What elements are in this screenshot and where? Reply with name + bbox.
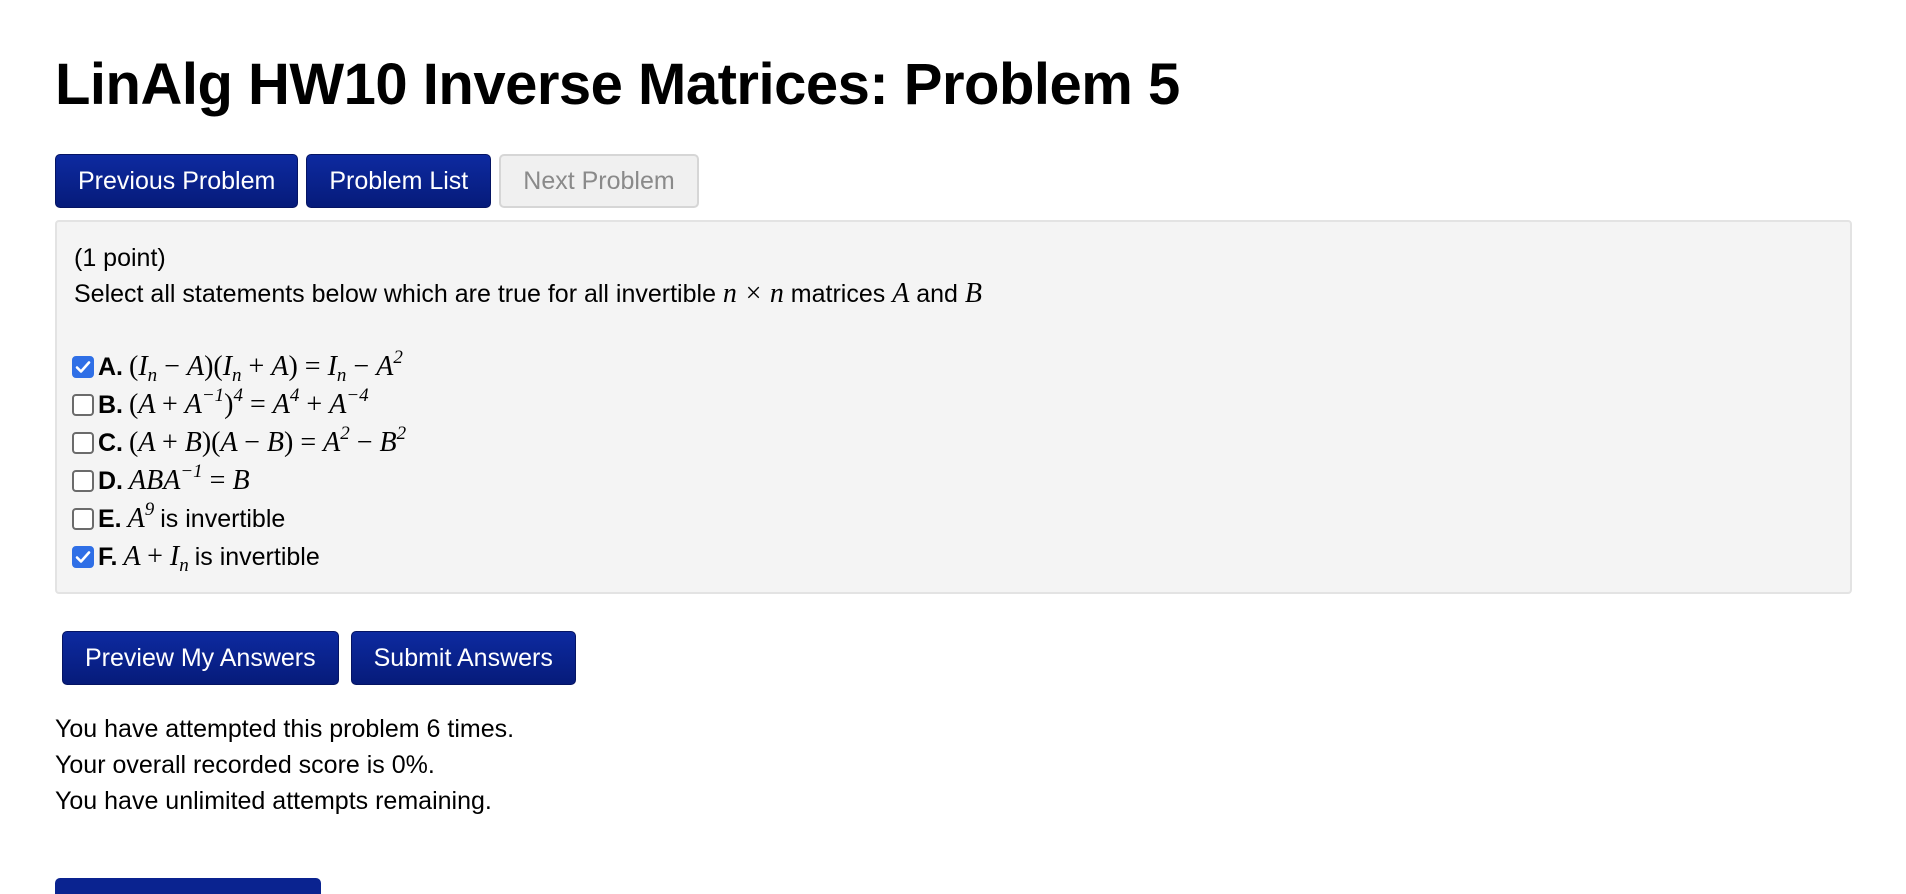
- checkmark-icon: [75, 551, 91, 563]
- page: LinAlg HW10 Inverse Matrices: Problem 5 …: [0, 0, 1906, 894]
- previous-problem-button[interactable]: Previous Problem: [55, 154, 299, 208]
- option-statement: (In − A)(In + A) = In − A2: [129, 347, 403, 386]
- prompt-text: Select all statements below which are tr…: [74, 280, 723, 308]
- attempts-remaining-text: You have unlimited attempts remaining.: [55, 787, 492, 815]
- attempt-status: You have attempted this problem 6 times.…: [55, 711, 514, 819]
- answer-actions: Preview My Answers Submit Answers: [62, 631, 576, 685]
- problem-panel: (1 point) Select all statements below wh…: [55, 220, 1852, 594]
- option-letter: B.: [98, 390, 123, 419]
- option-letter: D.: [98, 466, 123, 495]
- answer-checkbox[interactable]: [72, 432, 94, 454]
- prompt-text: matrices: [783, 280, 893, 308]
- option-letter: A.: [98, 352, 123, 381]
- prompt-text: and: [909, 280, 965, 308]
- submit-answers-button[interactable]: Submit Answers: [350, 631, 576, 685]
- prompt-math-b: B: [964, 278, 983, 309]
- answer-checkbox[interactable]: [72, 470, 94, 492]
- answer-option-d: D. ABA−1 = B: [72, 462, 406, 500]
- option-statement: (A + A−1)4 = A4 + A−4: [129, 385, 369, 420]
- answer-checkbox[interactable]: [72, 356, 94, 378]
- answer-checkbox[interactable]: [72, 546, 94, 568]
- option-letter: F.: [98, 542, 118, 571]
- problem-nav: Previous Problem Problem List Next Probl…: [55, 154, 699, 208]
- problem-list-button[interactable]: Problem List: [306, 154, 492, 208]
- option-suffix: is invertible: [160, 504, 286, 533]
- option-letter: E.: [98, 504, 122, 533]
- answer-option-e: E. A9 is invertible: [72, 500, 406, 538]
- attempts-count-text: You have attempted this problem 6 times.: [55, 715, 515, 743]
- option-statement: (A + B)(A − B) = A2 − B2: [129, 423, 407, 458]
- answer-options: A. (In − A)(In + A) = In − A2 B. (A + A−1)4…: [72, 348, 406, 576]
- checkmark-icon: [75, 361, 91, 373]
- answer-option-c: C. (A + B)(A − B) = A2 − B2: [72, 424, 406, 462]
- answer-option-b: B. (A + A−1)4 = A4 + A−4: [72, 386, 406, 424]
- option-statement: A9: [127, 499, 155, 534]
- answer-option-a: A. (In − A)(In + A) = In − A2: [72, 348, 406, 386]
- option-suffix: is invertible: [194, 542, 320, 571]
- show-me-another-button[interactable]: [55, 878, 321, 894]
- answer-checkbox[interactable]: [72, 394, 94, 416]
- option-statement: ABA−1 = B: [129, 461, 250, 496]
- recorded-score-text: Your overall recorded score is 0%.: [55, 751, 435, 779]
- answer-option-f: F. A + In is invertible: [72, 538, 406, 576]
- option-letter: C.: [98, 428, 123, 457]
- prompt-math-a: A: [892, 278, 910, 309]
- problem-prompt: Select all statements below which are tr…: [74, 278, 982, 310]
- points-label: (1 point): [74, 244, 166, 272]
- option-statement: A + In: [123, 541, 189, 576]
- preview-answers-button[interactable]: Preview My Answers: [62, 631, 339, 685]
- answer-checkbox[interactable]: [72, 508, 94, 530]
- prompt-math-size: n × n: [722, 278, 784, 309]
- page-title: LinAlg HW10 Inverse Matrices: Problem 5: [55, 52, 1180, 117]
- next-problem-button: Next Problem: [499, 154, 699, 208]
